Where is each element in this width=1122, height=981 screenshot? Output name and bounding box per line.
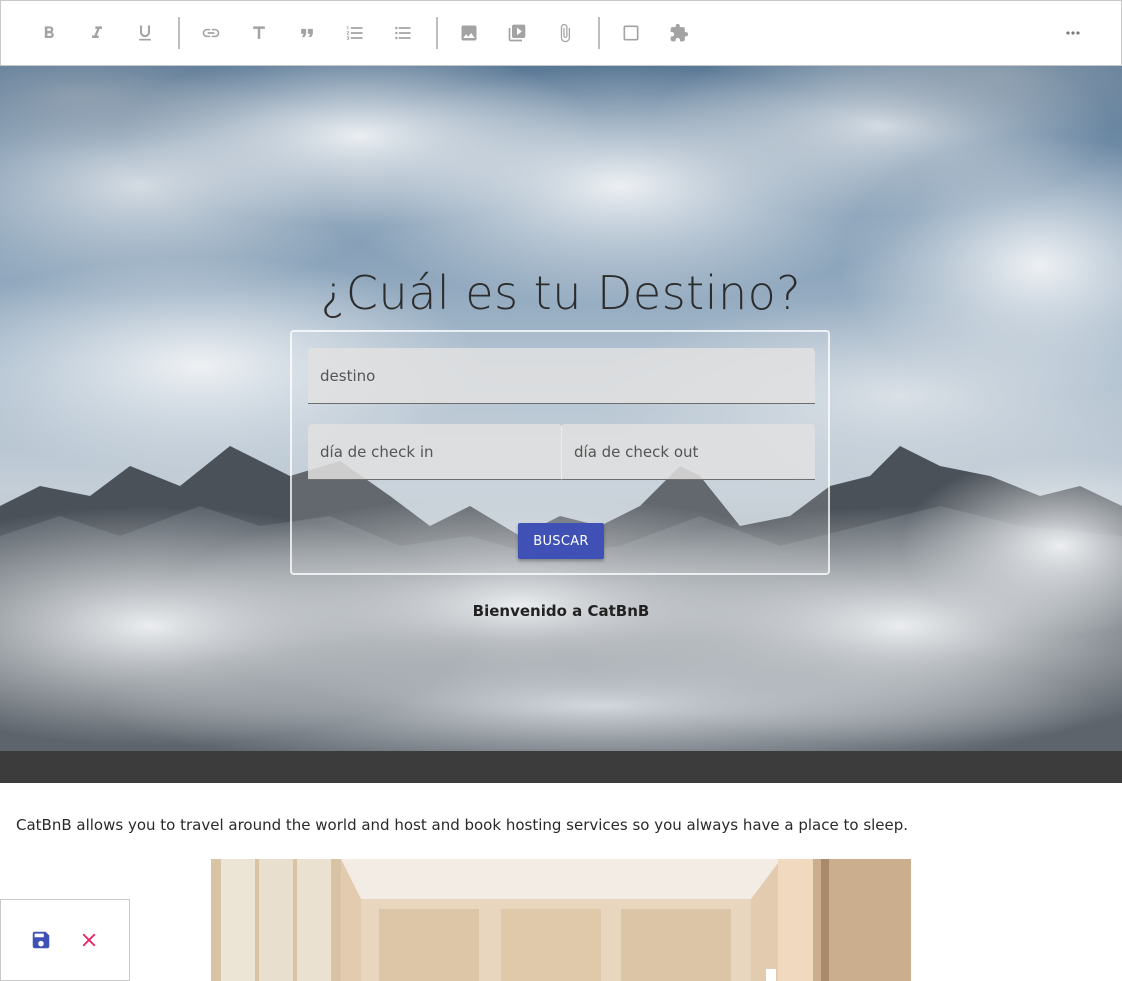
italic-icon (92, 26, 102, 38)
underline-icon (139, 25, 151, 41)
square-icon (623, 25, 639, 41)
unordered-list-button[interactable] (383, 13, 423, 53)
plugin-button[interactable] (659, 13, 699, 53)
cancel-button[interactable] (73, 924, 105, 956)
destination-input[interactable]: destino (308, 348, 815, 404)
bold-icon (44, 26, 54, 38)
puzzle-icon (670, 23, 689, 42)
image-button[interactable] (449, 13, 489, 53)
room-photo-art (211, 859, 911, 981)
underline-button[interactable] (125, 13, 165, 53)
video-library-icon (508, 24, 526, 42)
save-cancel-panel (0, 899, 130, 981)
ordered-list-button[interactable] (335, 13, 375, 53)
floppy-disk-icon (32, 931, 50, 949)
search-form: destino día de check in día de check out… (290, 330, 830, 575)
hero-title: ¿Cuál es tu Destino? (320, 266, 802, 320)
attachment-button[interactable] (545, 13, 585, 53)
editor-toolbar (0, 0, 1122, 66)
block-button[interactable] (611, 13, 651, 53)
site-description: CatBnB allows you to travel around the w… (16, 816, 909, 834)
more-button[interactable] (1053, 13, 1093, 53)
more-horizontal-icon (1066, 31, 1080, 35)
checkin-date-input[interactable]: día de check in (308, 424, 562, 480)
text-style-button[interactable] (239, 13, 279, 53)
video-button[interactable] (497, 13, 537, 53)
hero-section: ¿Cuál es tu Destino? destino día de chec… (0, 66, 1122, 751)
quote-icon (301, 28, 313, 38)
close-icon (82, 933, 96, 947)
paperclip-icon (560, 23, 570, 43)
text-icon (253, 26, 265, 39)
ordered-list-icon (346, 26, 363, 40)
welcome-text: Bienvenido a CatBnB (472, 602, 650, 620)
room-photo (211, 859, 911, 981)
unordered-list-icon (395, 26, 411, 40)
toolbar-divider (436, 17, 438, 49)
blockquote-button[interactable] (287, 13, 327, 53)
toolbar-divider (598, 17, 600, 49)
save-button[interactable] (25, 924, 57, 956)
checkout-date-input[interactable]: día de check out (561, 424, 815, 480)
toolbar-divider (178, 17, 180, 49)
image-icon (461, 25, 477, 41)
link-button[interactable] (191, 13, 231, 53)
bold-button[interactable] (29, 13, 69, 53)
link-icon (202, 28, 220, 38)
search-button[interactable]: BUSCAR (518, 523, 604, 559)
section-divider-band (0, 751, 1122, 783)
italic-button[interactable] (77, 13, 117, 53)
